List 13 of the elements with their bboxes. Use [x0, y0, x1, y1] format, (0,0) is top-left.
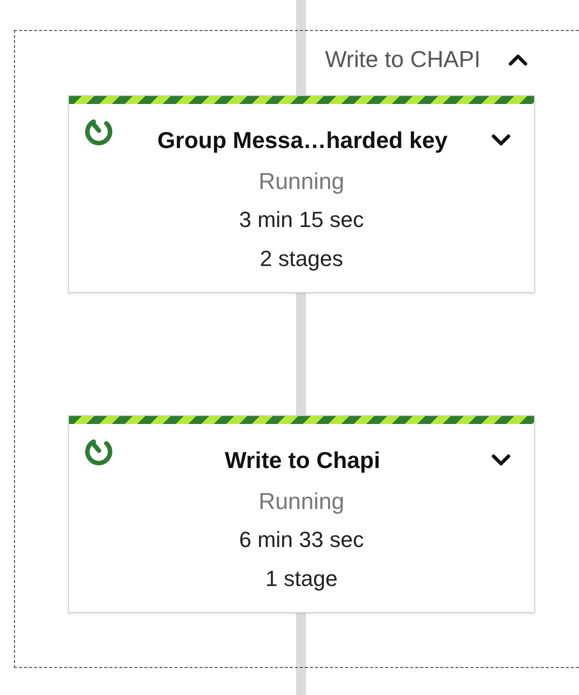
duration-text: 6 min 33 sec — [238, 526, 365, 554]
step-title: Write to Chapi — [224, 446, 382, 474]
chevron-icon[interactable] — [490, 133, 512, 148]
stage-count: 1 stage — [264, 565, 339, 593]
step-card[interactable]: Write to Chapi Running 6 min 33 sec 1 stage — [68, 415, 535, 613]
stage-count: 2 stages — [258, 245, 344, 273]
chevron-icon[interactable] — [506, 52, 528, 66]
chevron-icon[interactable] — [490, 453, 512, 468]
status-text: Running — [258, 487, 346, 516]
step-title: Group Messa…harded key — [156, 126, 449, 154]
duration-text: 3 min 15 sec — [238, 206, 365, 234]
step-card[interactable]: Group Messa…harded key Running 3 min 15 sec 2 stages — [68, 95, 535, 293]
status-text: Running — [258, 167, 346, 196]
